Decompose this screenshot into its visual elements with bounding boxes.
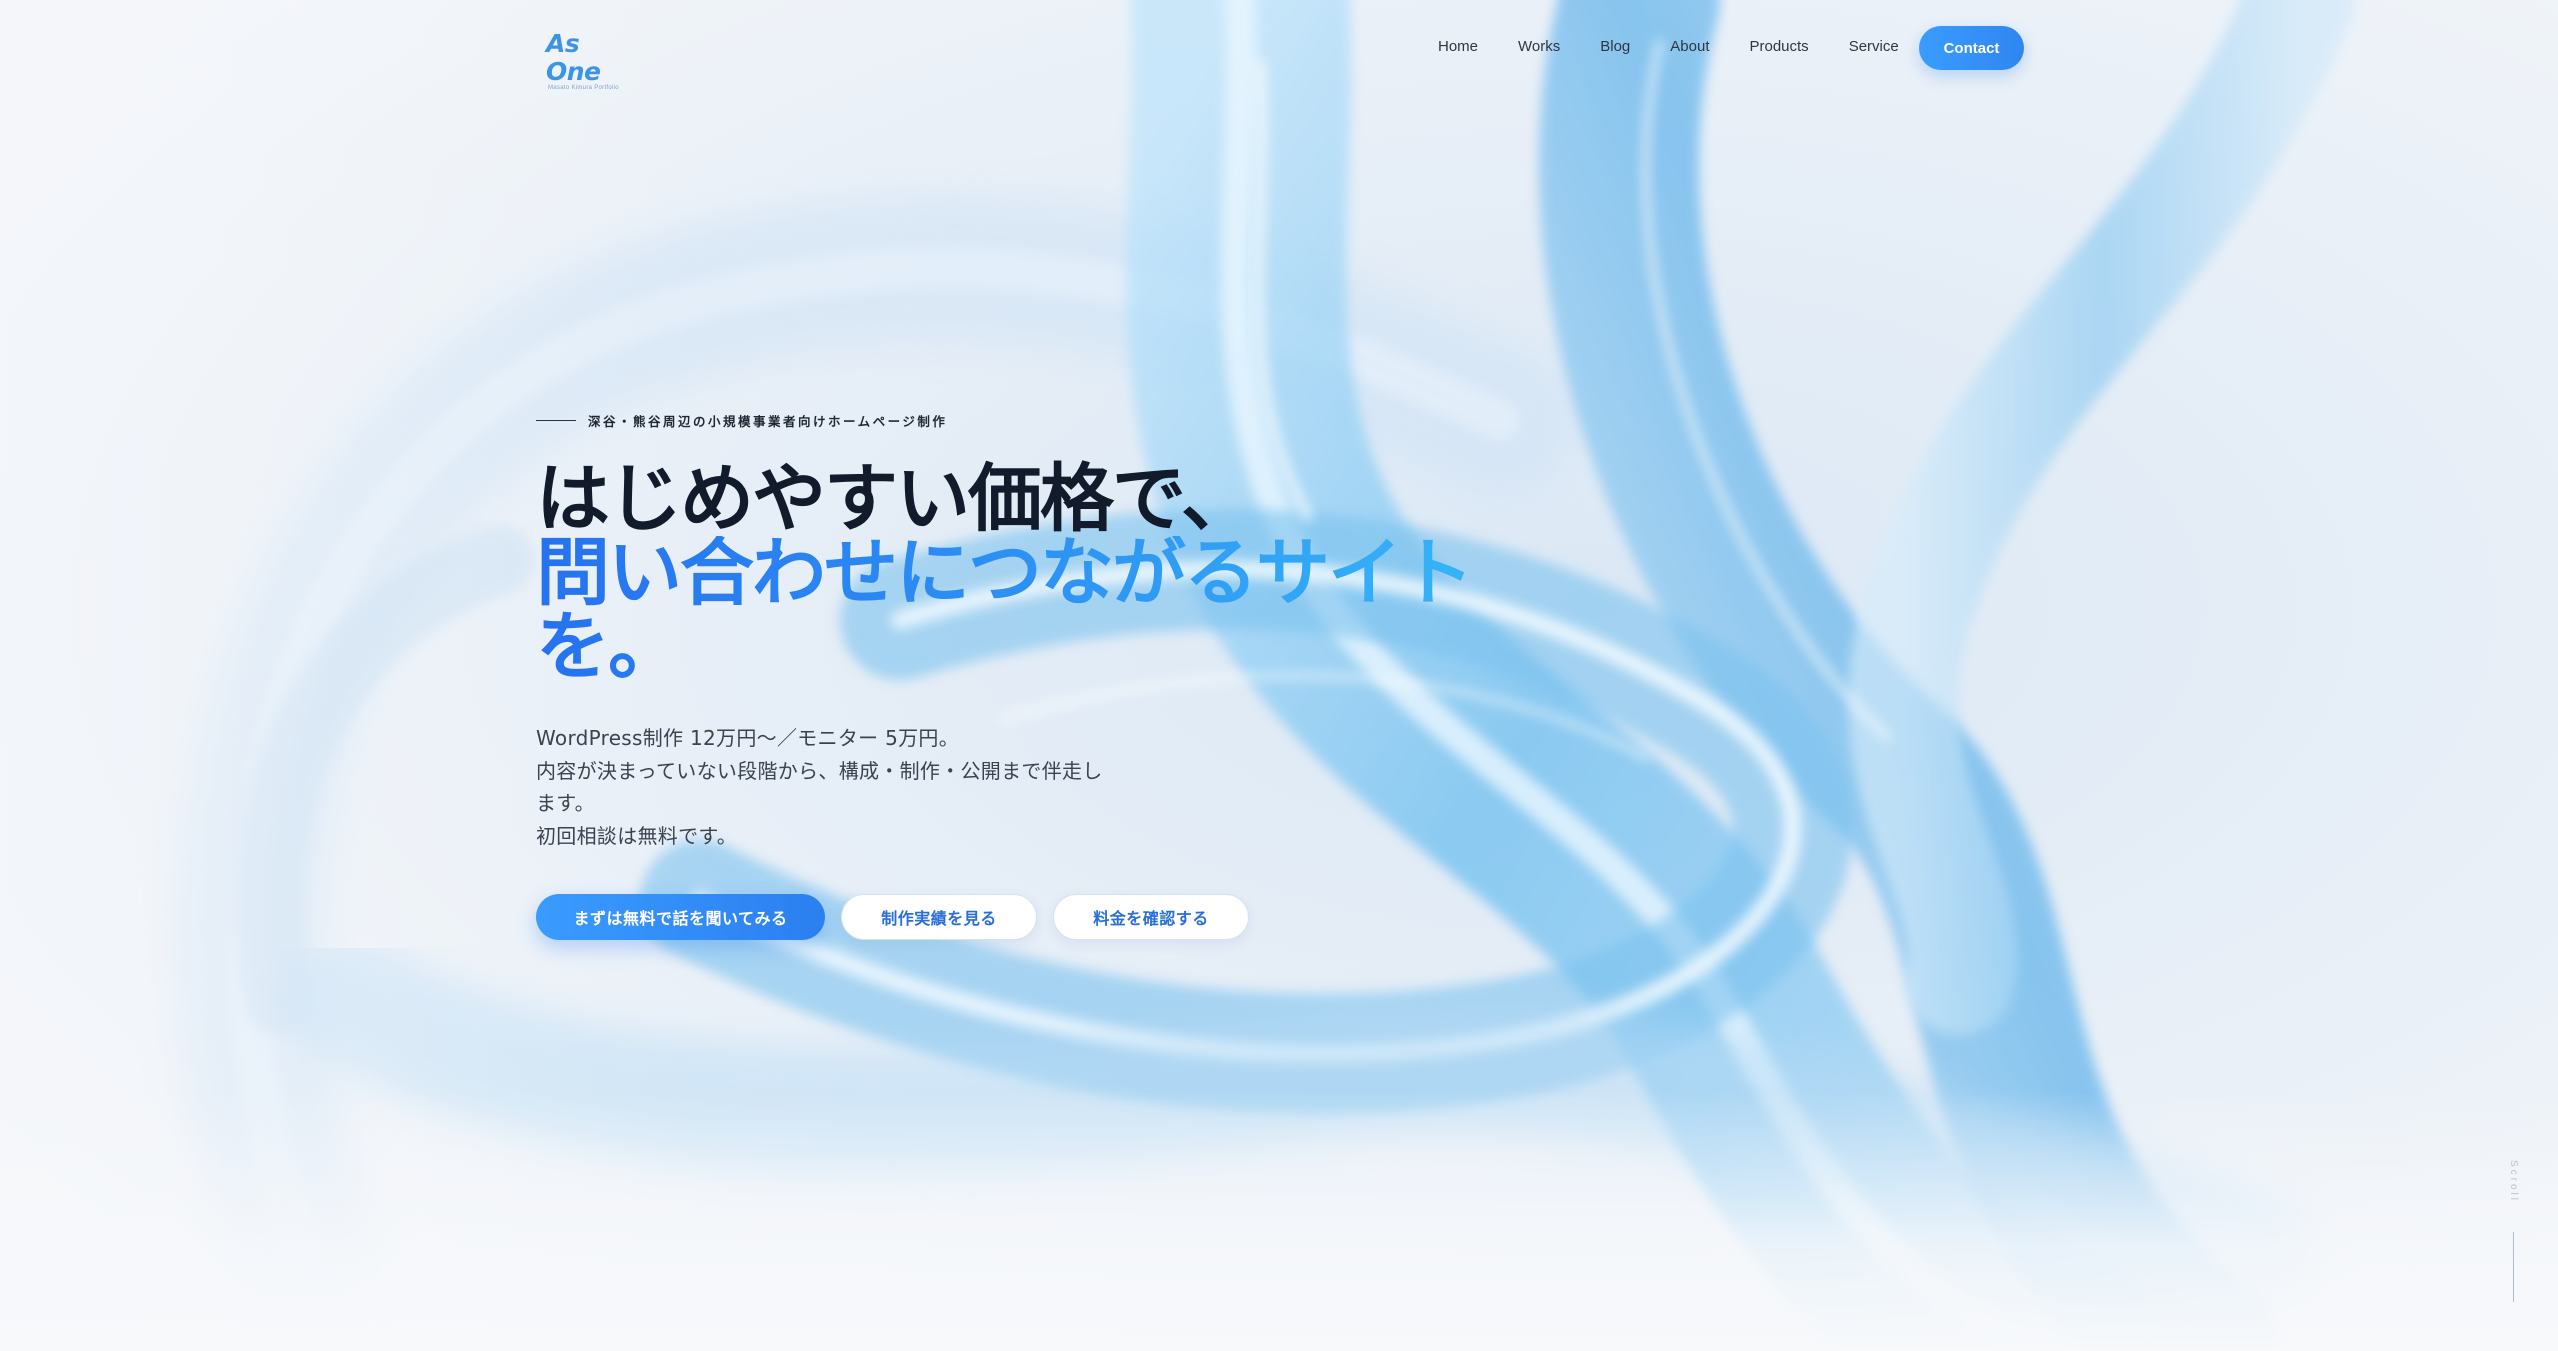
logo-subtitle: Masato Kimura Portfolio [548,85,619,91]
hero-section: 深谷・熊谷周辺の小規模事業者向けホームページ制作 はじめやすい価格で、 問い合わ… [536,400,1516,852]
contact-button[interactable]: Contact [1919,26,2024,70]
bottom-fade-overlay [0,1091,2558,1351]
headline-line-1: はじめやすい価格で、 [536,456,1255,542]
site-header: As One Masato Kimura Portfolio Home Work… [0,0,2558,100]
scroll-label: Scroll [2508,1160,2519,1204]
scroll-indicator[interactable]: Scroll [2504,1160,2524,1310]
scroll-line [2513,1232,2514,1302]
hero-headline: はじめやすい価格で、 問い合わせにつながるサイトを。 [536,462,1516,684]
hero-cta-group: まずは無料で話を聞いてみる 制作実績を見る 料金を確認する [536,894,1265,940]
nav-item-works[interactable]: Works [1518,38,1560,55]
logo-wordmark: As One [546,29,601,86]
nav-item-about[interactable]: About [1670,38,1709,55]
eyebrow-text: 深谷・熊谷周辺の小規模事業者向けホームページ制作 [588,413,948,429]
site-logo[interactable]: As One Masato Kimura Portfolio [546,30,636,92]
eyebrow-divider [536,419,576,421]
view-pricing-button[interactable]: 料金を確認する [1053,894,1249,940]
main-nav: Home Works Blog About Products Service [1438,38,1939,55]
nav-item-products[interactable]: Products [1749,38,1808,55]
hero-eyebrow: 深谷・熊谷周辺の小規模事業者向けホームページ制作 [536,400,1516,440]
free-consultation-button[interactable]: まずは無料で話を聞いてみる [536,894,825,940]
description-line-price: WordPress制作 12万円〜／モニター 5万円。 [536,726,960,750]
nav-item-blog[interactable]: Blog [1600,38,1630,55]
nav-item-service[interactable]: Service [1849,38,1899,55]
nav-item-home[interactable]: Home [1438,38,1478,55]
headline-line-2: 問い合わせにつながるサイトを。 [536,536,1476,684]
view-works-button[interactable]: 制作実績を見る [841,894,1037,940]
hero-description: WordPress制作 12万円〜／モニター 5万円。 内容が決まっていない段階… [536,722,1116,852]
description-line-support: 内容が決まっていない段階から、構成・制作・公開まで伴走します。 [536,758,1103,816]
description-line-consult: 初回相談は無料です。 [536,823,737,848]
